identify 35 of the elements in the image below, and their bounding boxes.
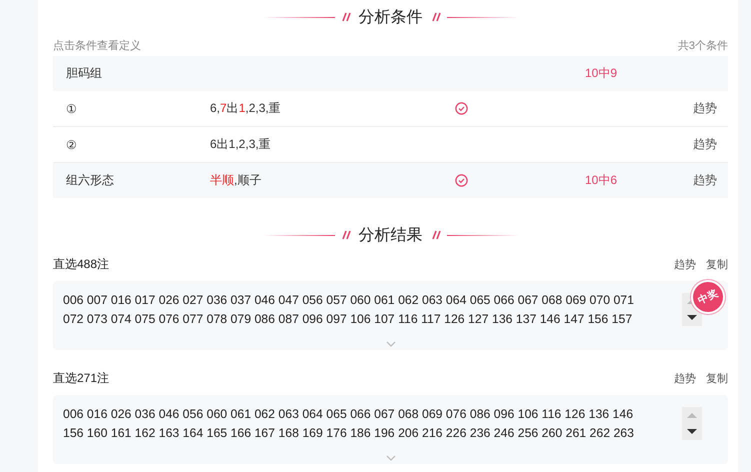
trend-link[interactable]: 趋势 [650,100,717,117]
section-title: 分析条件 [358,8,422,28]
section-title: 分析结果 [358,226,422,246]
condition-name: 胆码组 [66,65,103,82]
hit-rate: 10中6 [585,172,618,189]
number-list-line: 072 073 074 075 076 077 078 079 086 087 096 097 106 107 116 117 126 127 136 137 146 147 156 157 [63,311,632,328]
condition-name: ② [66,138,78,152]
condition-row[interactable]: ① 6,7出 1,2,3,重 趋势 [53,91,728,127]
hint-text: 点击条件查看定义 [53,38,141,52]
condition-value: 6,7出 1,2,3,重 [210,100,282,117]
condition-name: 组六形态 [66,172,115,189]
condition-value: 半顺,顺子 [210,172,262,189]
trend-link[interactable]: 趋势 [674,370,696,386]
condition-row[interactable]: 胆码组 10中9 [53,56,728,91]
slash-icon [340,230,352,240]
condition-row[interactable]: 组六形态 半顺,顺子 10中6 趋势 [53,163,728,198]
trend-link[interactable]: 趋势 [650,172,717,189]
condition-count: 共3个条件 [678,38,728,52]
number-list-line: 006 016 026 036 046 056 060 061 062 063 064 065 066 067 068 069 076 086 096 106 116 126 136 146 [63,406,634,423]
slash-icon [340,12,352,22]
result-title: 直选271注 [53,370,110,386]
condition-value: 6出1,2,3,重 [210,136,272,153]
copy-link[interactable]: 复制 [706,370,728,386]
result-title: 直选488注 [53,256,110,272]
copy-link[interactable]: 复制 [706,256,728,272]
number-list-line: 006 007 016 017 026 027 036 037 046 047 056 057 060 061 062 063 064 065 066 067 068 069 070 071 [63,292,634,309]
trend-link[interactable]: 趋势 [674,256,696,272]
condition-name: ① [66,102,78,116]
hit-rate: 10中9 [585,65,618,82]
slash-icon [430,12,442,22]
number-list-line: 156 160 161 162 163 164 165 166 167 168 169 176 186 196 206 216 226 236 246 256 260 261 262 263 [63,425,634,442]
trend-link[interactable]: 趋势 [650,136,717,153]
slash-icon [430,230,442,240]
winning-stamp: 中奖 [688,277,728,317]
scroll-buttons[interactable] [682,407,702,440]
